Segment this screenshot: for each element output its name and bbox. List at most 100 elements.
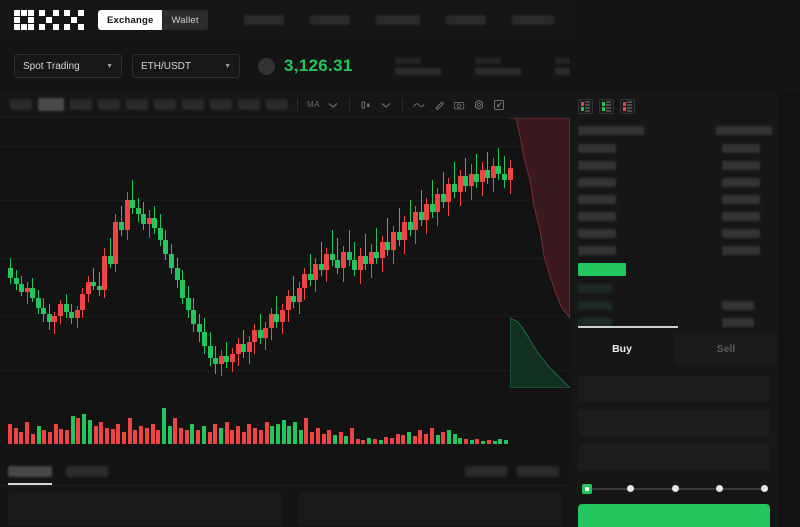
candle-body	[396, 232, 402, 240]
timeframe-1mo[interactable]	[238, 99, 260, 110]
volume-bar	[42, 430, 47, 444]
orderbook-view-both-icon[interactable]	[578, 99, 593, 114]
trading-app: Exchange Wallet Spot Trading ▼ ETH/USDT …	[0, 0, 800, 527]
timeframe-1w[interactable]	[210, 99, 232, 110]
candle-body	[46, 314, 52, 322]
tab-buy[interactable]: Buy	[570, 332, 674, 366]
camera-icon[interactable]	[452, 98, 466, 112]
order-price-field[interactable]	[578, 376, 770, 402]
mode-toggle[interactable]: Exchange Wallet	[98, 10, 208, 30]
bottom-tab-order-history[interactable]	[66, 466, 108, 477]
line-style-icon[interactable]	[412, 98, 426, 112]
nav-item-1[interactable]	[243, 15, 284, 25]
orderbook-view-asks-icon[interactable]	[620, 99, 635, 114]
orderbook-depth-progress[interactable]	[578, 326, 678, 328]
timeframe-4h[interactable]	[154, 99, 176, 110]
nav-item-5[interactable]	[511, 15, 554, 25]
candle-body	[152, 218, 158, 228]
candle-body	[57, 304, 63, 316]
indicator-label[interactable]: MA	[307, 100, 320, 109]
eraser-icon[interactable]	[432, 98, 446, 112]
timeframe-1m[interactable]	[10, 99, 32, 110]
volume-bar	[446, 430, 451, 444]
candle-wick	[259, 314, 261, 344]
slider-mark-100[interactable]	[760, 485, 768, 492]
volume-chart[interactable]	[0, 388, 570, 460]
volume-bar	[218, 428, 223, 444]
trading-mode-dropdown[interactable]: Spot Trading ▼	[14, 54, 122, 78]
order-amount-field[interactable]	[578, 410, 770, 436]
candle-body	[241, 344, 247, 352]
gridline-0	[0, 146, 570, 147]
candle-body	[341, 252, 346, 268]
orderbook-bid-row-price	[578, 301, 612, 310]
orderbook-ask-row-amount	[722, 246, 760, 255]
candle-body	[352, 260, 358, 270]
nav-item-2[interactable]	[309, 15, 350, 25]
volume-bar	[441, 432, 446, 444]
volume-bar	[293, 422, 297, 444]
volume-bar	[207, 432, 212, 444]
timeframe-30m[interactable]	[98, 99, 120, 110]
bottom-panel	[0, 460, 570, 527]
candle-body	[246, 342, 252, 352]
okx-logo-icon[interactable]	[14, 10, 84, 30]
candle-body	[501, 174, 507, 180]
bottom-right-tab-1[interactable]	[465, 466, 507, 477]
volume-bar	[287, 426, 292, 444]
order-submit-buy-button[interactable]	[578, 504, 770, 527]
volume-bar	[458, 438, 463, 444]
candle-body	[30, 288, 36, 298]
candle-body	[307, 274, 313, 280]
order-percent-slider[interactable]	[582, 484, 768, 494]
orderbook-view-bids-icon[interactable]	[599, 99, 614, 114]
candlestick-icon[interactable]	[359, 98, 373, 112]
candle-body	[163, 240, 169, 254]
tab-sell[interactable]: Sell	[674, 332, 778, 366]
orderbook-ask-row-price	[578, 212, 616, 221]
volume-bar	[13, 428, 18, 444]
stat-high-label	[474, 57, 501, 64]
mode-toggle-exchange[interactable]: Exchange	[98, 10, 163, 30]
order-total-field[interactable]	[578, 444, 770, 470]
slider-mark-25[interactable]	[627, 485, 634, 492]
bottom-tab-open-orders[interactable]	[8, 466, 52, 477]
chevron-down-icon[interactable]	[379, 98, 393, 112]
volume-bar	[47, 432, 52, 444]
pair-selector[interactable]: ETH/USDT ▼	[132, 54, 240, 78]
candle-wick	[503, 156, 505, 188]
timeframe-1d[interactable]	[182, 99, 204, 110]
volume-bar	[281, 420, 286, 444]
slider-mark-50[interactable]	[671, 485, 679, 492]
slider-handle[interactable]	[582, 484, 592, 494]
candle-body	[457, 176, 463, 192]
slider-mark-75[interactable]	[716, 485, 723, 492]
settings-icon[interactable]	[472, 98, 486, 112]
volume-bar	[36, 426, 41, 444]
price-chart[interactable]	[0, 118, 570, 388]
candle-wick	[454, 162, 455, 198]
timeframe-5m[interactable]	[38, 98, 64, 111]
chevron-down-icon[interactable]	[326, 98, 340, 112]
timeframe-more[interactable]	[266, 99, 288, 110]
candle-body	[490, 166, 496, 178]
mode-toggle-wallet[interactable]: Wallet	[162, 10, 208, 30]
candle-body	[157, 228, 163, 240]
candle-body	[402, 222, 408, 240]
volume-bar	[236, 426, 240, 444]
orderbook-ask-row-amount	[722, 229, 760, 238]
volume-bar	[469, 440, 474, 444]
volume-bar	[241, 432, 246, 444]
candle-body	[19, 284, 25, 292]
timeframe-15m[interactable]	[70, 99, 92, 110]
nav-item-3[interactable]	[375, 15, 420, 25]
volume-bar	[144, 428, 149, 444]
bottom-right-tab-2[interactable]	[517, 466, 559, 477]
volume-bar	[321, 434, 326, 444]
nav-item-4[interactable]	[445, 15, 486, 25]
timeframe-1h[interactable]	[126, 99, 148, 110]
volume-bar	[258, 430, 263, 444]
fullscreen-icon[interactable]	[492, 98, 506, 112]
orderbook-ask-row-price	[578, 144, 616, 153]
orderbook-ask-row-amount	[722, 178, 760, 187]
